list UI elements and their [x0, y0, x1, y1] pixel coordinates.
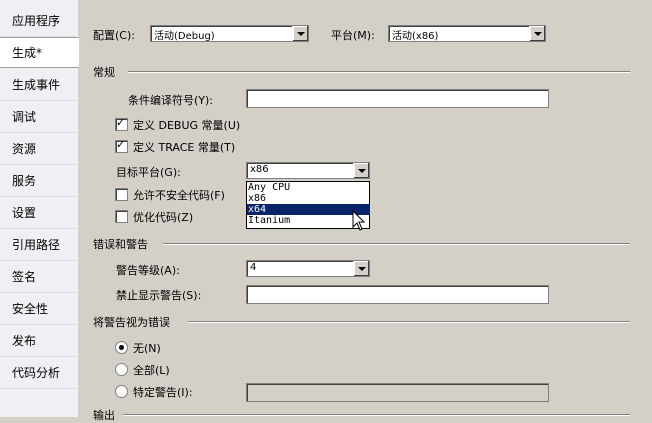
general-group-title: 常规	[93, 66, 115, 79]
tab-services[interactable]: 服务	[0, 166, 76, 197]
errors-divider	[163, 243, 630, 245]
tab-publish[interactable]: 发布	[0, 326, 76, 357]
output-divider	[123, 414, 630, 416]
window-edge	[648, 0, 652, 417]
warning-level-label: 警告等级(A):	[116, 264, 180, 277]
platform-label: 平台(M):	[331, 29, 375, 42]
tab-signing[interactable]: 签名	[0, 262, 76, 293]
unsafe-checkbox[interactable]	[115, 188, 128, 201]
warning-level-value: 4	[250, 262, 257, 273]
config-label: 配置(C):	[93, 29, 135, 42]
platform-combo[interactable]: 活动(x86)	[388, 25, 546, 42]
treat-group-title: 将警告视为错误	[93, 316, 170, 329]
mouse-pointer-icon	[352, 210, 366, 231]
chevron-down-icon[interactable]	[353, 261, 369, 276]
tab-application[interactable]: 应用程序	[0, 6, 76, 37]
suppress-label: 禁止显示警告(S):	[116, 289, 202, 302]
trace-checkbox[interactable]	[115, 138, 128, 153]
symbols-label: 条件编译符号(Y):	[128, 94, 214, 107]
output-group-title: 输出	[93, 409, 115, 422]
errors-group-title: 错误和警告	[93, 238, 148, 251]
warning-level-combo[interactable]: 4	[246, 260, 370, 277]
dropdown-option-anycpu[interactable]: Any CPU	[247, 182, 370, 193]
target-platform-label: 目标平台(G):	[116, 166, 181, 179]
treat-specific-label: 特定警告(I):	[133, 386, 193, 399]
tab-debug[interactable]: 调试	[0, 102, 76, 133]
treat-none-label: 无(N)	[133, 342, 161, 355]
target-platform-combo[interactable]: x86	[246, 162, 370, 179]
suppress-input[interactable]	[246, 285, 549, 304]
property-tabs: 应用程序 生成* 生成事件 调试 资源 服务 设置 引用路径 签名 安全性 发布…	[0, 0, 79, 417]
optimize-checkbox[interactable]	[115, 210, 128, 223]
chevron-down-icon[interactable]	[292, 26, 308, 41]
unsafe-label: 允许不安全代码(F)	[133, 189, 225, 202]
tab-code-analysis[interactable]: 代码分析	[0, 358, 76, 389]
tab-build[interactable]: 生成*	[0, 37, 79, 68]
tab-reference-paths[interactable]: 引用路径	[0, 230, 76, 261]
tab-security[interactable]: 安全性	[0, 294, 76, 325]
config-value: 活动(Debug)	[154, 31, 215, 42]
debug-label: 定义 DEBUG 常量(U)	[133, 119, 241, 132]
tab-build-events[interactable]: 生成事件	[0, 70, 76, 101]
specific-warnings-input[interactable]	[246, 383, 549, 402]
optimize-label: 优化代码(Z)	[133, 211, 194, 224]
treat-all-radio[interactable]	[115, 363, 128, 376]
trace-label: 定义 TRACE 常量(T)	[133, 141, 236, 154]
treat-specific-radio[interactable]	[115, 385, 128, 398]
symbols-input[interactable]	[246, 89, 549, 108]
tab-resources[interactable]: 资源	[0, 134, 76, 165]
chevron-down-icon[interactable]	[353, 163, 369, 178]
general-divider	[128, 71, 630, 73]
config-combo[interactable]: 活动(Debug)	[150, 25, 309, 42]
treat-none-radio[interactable]	[115, 341, 128, 354]
dropdown-option-x86[interactable]: x86	[247, 193, 370, 204]
treat-all-label: 全部(L)	[133, 364, 170, 377]
chevron-down-icon[interactable]	[529, 26, 545, 41]
tab-settings[interactable]: 设置	[0, 198, 76, 229]
platform-value: 活动(x86)	[392, 31, 439, 42]
target-platform-value: x86	[250, 164, 269, 175]
debug-checkbox[interactable]	[115, 116, 128, 131]
treat-divider	[188, 321, 630, 323]
